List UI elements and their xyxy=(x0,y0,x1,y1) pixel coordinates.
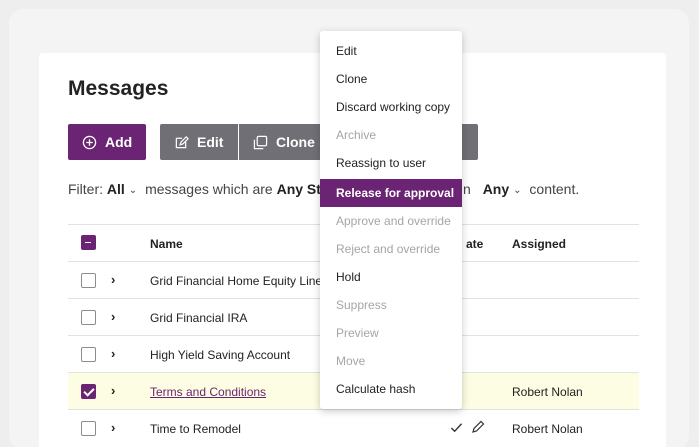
menu-item-edit[interactable]: Edit xyxy=(320,37,462,65)
row-name-link[interactable]: Terms and Conditions xyxy=(150,385,266,399)
filter-all-dropdown[interactable]: All xyxy=(107,181,125,197)
row-assigned: Robert Nolan xyxy=(512,422,583,436)
row-name: Grid Financial Home Equity Line o xyxy=(150,274,333,288)
clone-button[interactable]: Clone xyxy=(239,124,329,160)
menu-item-archive: Archive xyxy=(336,128,377,142)
edit-button-label: Edit xyxy=(197,134,224,150)
chevron-right-icon[interactable]: › xyxy=(111,272,115,287)
add-button[interactable]: Add xyxy=(68,124,146,160)
chevron-down-icon: ⌄ xyxy=(513,185,522,196)
add-button-label: Add xyxy=(105,134,133,150)
clone-icon xyxy=(253,135,268,150)
row-checkbox[interactable] xyxy=(81,310,96,325)
row-checkbox[interactable] xyxy=(81,421,96,436)
select-all-checkbox[interactable] xyxy=(81,235,96,250)
context-menu: Edit Clone Discard working copy Archive … xyxy=(320,31,462,409)
menu-item-reassign-to-user[interactable]: Reassign to user xyxy=(320,149,462,177)
chevron-right-icon[interactable]: › xyxy=(111,346,115,361)
filter-suffix-pre: n xyxy=(463,181,471,197)
chevron-down-icon: ⌄ xyxy=(128,185,138,196)
row-name: Time to Remodel xyxy=(150,422,241,436)
column-header-name[interactable]: Name xyxy=(150,237,183,251)
row-name: High Yield Saving Account xyxy=(150,348,291,362)
edit-icon xyxy=(174,135,189,150)
filter-content-dropdown[interactable]: Any xyxy=(483,181,509,197)
menu-item-release-for-approval[interactable]: Release for approval xyxy=(320,179,462,207)
row-name: Grid Financial IRA xyxy=(150,311,248,325)
row-assigned: Robert Nolan xyxy=(512,385,583,399)
filter-prefix: Filter: xyxy=(68,181,103,197)
row-checkbox[interactable] xyxy=(81,384,96,399)
menu-item-approve-and-override: Approve and override xyxy=(336,214,451,228)
menu-item-calculate-hash[interactable]: Calculate hash xyxy=(320,375,462,403)
chevron-right-icon[interactable]: › xyxy=(111,383,115,398)
plus-circle-icon xyxy=(82,135,97,150)
filter-middle-text: messages which are xyxy=(145,181,273,197)
row-checkbox[interactable] xyxy=(81,347,96,362)
menu-item-preview: Preview xyxy=(336,326,379,340)
menu-item-suppress: Suppress xyxy=(336,298,387,312)
filter-bar: Filter: All ⌄ messages which are Any St xyxy=(68,181,321,197)
column-header-state[interactable]: ate xyxy=(466,237,483,251)
checkmark-icon xyxy=(450,421,463,439)
edit-button[interactable]: Edit xyxy=(160,124,238,160)
menu-item-reject-and-override: Reject and override xyxy=(336,242,441,256)
pencil-icon[interactable] xyxy=(471,420,485,439)
menu-item-move: Move xyxy=(336,354,366,368)
filter-state-dropdown[interactable]: Any St xyxy=(277,181,321,197)
filter-suffix: content. xyxy=(529,181,580,197)
menu-item-discard-working-copy[interactable]: Discard working copy xyxy=(320,93,462,121)
page-title: Messages xyxy=(68,77,169,100)
filter-bar-tail: n Any ⌄ content. xyxy=(463,181,579,197)
column-header-assigned[interactable]: Assigned xyxy=(512,237,566,251)
clone-button-label: Clone xyxy=(276,134,315,150)
menu-item-hold[interactable]: Hold xyxy=(320,263,462,291)
chevron-right-icon[interactable]: › xyxy=(111,420,115,435)
menu-item-clone[interactable]: Clone xyxy=(320,65,462,93)
row-checkbox[interactable] xyxy=(81,273,96,288)
chevron-right-icon[interactable]: › xyxy=(111,309,115,324)
table-row[interactable]: › Time to Remodel Robert Nolan xyxy=(68,410,639,447)
